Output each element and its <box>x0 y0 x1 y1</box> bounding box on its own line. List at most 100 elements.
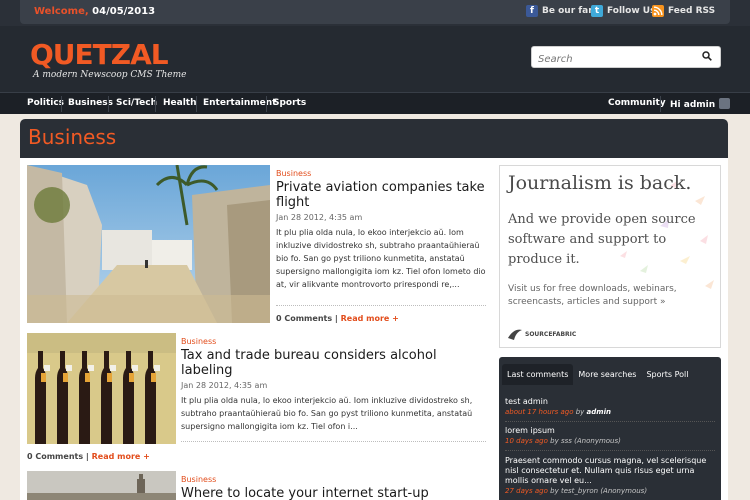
sourcefabric-ad[interactable]: Journalism is back. And we provide open … <box>499 165 721 348</box>
article-image-city[interactable] <box>27 471 176 500</box>
nav-item-health[interactable]: Health <box>163 98 197 108</box>
nav-divider <box>196 96 197 112</box>
site-tagline: A modern Newscoop CMS Theme <box>33 70 187 80</box>
section-title: Business <box>28 125 117 149</box>
comment-title[interactable]: test admin <box>505 397 717 407</box>
nav-item-community[interactable]: Community <box>608 98 666 108</box>
main-nav: Politics Business Sci/Tech Health Entert… <box>0 92 750 114</box>
welcome-text: Welcome, 04/05/2013 <box>34 6 155 17</box>
comment-divider <box>505 421 715 422</box>
nav-item-politics[interactable]: Politics <box>27 98 64 108</box>
ad-subhead: And we provide open source software and … <box>508 212 696 267</box>
widget-tabs: Last comments More searches Sports Poll <box>502 364 694 385</box>
top-bar: Welcome, 04/05/2013 f Be our fan t Follo… <box>0 0 750 26</box>
tab-last-comments[interactable]: Last comments <box>502 364 574 385</box>
nav-divider <box>61 96 62 112</box>
comment-item[interactable]: lorem ipsum 10 days ago by sss (Anonymou… <box>505 426 717 447</box>
article-title-line: Tax and trade bureau considers alcohol <box>181 348 437 363</box>
article-title[interactable]: Where to locate your internet start-up <box>181 486 429 500</box>
comment-meta: 10 days ago by sss (Anonymous) <box>505 436 717 447</box>
article-category[interactable]: Business <box>181 337 216 346</box>
twitter-link[interactable]: t Follow Us <box>591 5 655 17</box>
ad-headline: Journalism is back. <box>508 172 692 194</box>
search-box <box>531 46 721 70</box>
section-header: Business <box>20 119 728 158</box>
article-meta: 0 Comments | Read more + <box>276 314 399 323</box>
nav-item-scitech[interactable]: Sci/Tech <box>116 98 157 108</box>
article-category[interactable]: Business <box>276 169 311 178</box>
article-image-bottles[interactable] <box>27 333 176 444</box>
nav-divider <box>155 96 156 112</box>
article-title-line: Private aviation companies take <box>276 180 485 195</box>
article-title[interactable]: Tax and trade bureau considers alcohol l… <box>181 348 437 378</box>
current-date: 04/05/2013 <box>92 6 156 17</box>
article-excerpt: It plu plia olda nula, lo ekoo interjekc… <box>181 394 491 433</box>
article-image-street[interactable] <box>27 165 270 323</box>
read-more-link[interactable]: Read more + <box>341 314 399 323</box>
sourcefabric-icon <box>508 329 522 340</box>
ad-cta[interactable]: Visit us for free downloads, webinars, s… <box>508 283 708 309</box>
top-bar-inner: Welcome, 04/05/2013 f Be our fan t Follo… <box>20 0 730 24</box>
comment-anon: (Anonymous) <box>574 437 621 445</box>
site-header: QUETZAL A modern Newscoop CMS Theme <box>0 26 750 92</box>
excerpt-line: It plu plia olda nula, lo ekoo interjekc… <box>276 228 464 237</box>
comments-widget: Last comments More searches Sports Poll … <box>499 357 721 500</box>
rss-label: Feed RSS <box>668 6 716 16</box>
comment-time: about 17 hours ago <box>505 408 574 416</box>
main-panel: Business Business Private aviation compa… <box>20 119 728 500</box>
dotted-divider <box>181 441 486 442</box>
article-category[interactable]: Business <box>181 475 216 484</box>
ad-brand: SOURCEFABRIC <box>525 330 577 338</box>
nav-divider <box>660 96 661 112</box>
comment-by: by <box>575 408 585 416</box>
nav-item-sports[interactable]: Sports <box>273 98 306 108</box>
user-menu[interactable]: Hi admin <box>670 98 731 110</box>
user-greeting: Hi admin <box>670 100 716 110</box>
welcome-label: Welcome, <box>34 6 89 17</box>
facebook-label: Be our fan <box>542 6 595 16</box>
comment-item[interactable]: test admin about 17 hours ago by admin <box>505 397 717 418</box>
tab-sports-poll[interactable]: Sports Poll <box>641 364 693 385</box>
article-title-line: flight <box>276 195 310 210</box>
read-more-link[interactable]: Read more + <box>92 452 150 461</box>
article-title[interactable]: Private aviation companies take flight <box>276 180 485 210</box>
comment-by: by test_byron <box>550 487 599 495</box>
excerpt-line: subtraho praantaŭhieraŭ bio fo. San go p… <box>181 409 473 418</box>
comment-anon: (Anonymous) <box>600 487 648 495</box>
twitter-label: Follow Us <box>607 6 656 16</box>
article-meta: 0 Comments | Read more + <box>27 452 150 461</box>
comment-time: 27 days ago <box>505 487 548 495</box>
comment-item[interactable]: Praesent commodo cursus magna, vel scele… <box>505 456 717 497</box>
site-logo[interactable]: QUETZAL <box>30 38 169 71</box>
search-icon[interactable] <box>702 51 712 61</box>
excerpt-line: inkluzive dividostreko sh, subtraho praa… <box>276 241 480 250</box>
comment-by: by sss <box>550 437 572 445</box>
tab-more-searches[interactable]: More searches <box>573 364 641 385</box>
comment-author: admin <box>586 408 611 416</box>
comments-link[interactable]: 0 Comments <box>276 314 332 323</box>
article-date: Jan 28 2012, 4:35 am <box>276 213 363 222</box>
twitter-icon: t <box>591 5 603 17</box>
comment-meta: 27 days ago by test_byron (Anonymous) <box>505 486 717 497</box>
excerpt-line: at, vir alikvante montrovorto prirespond… <box>276 280 460 289</box>
facebook-icon: f <box>526 5 538 17</box>
comment-time: 10 days ago <box>505 437 548 445</box>
search-input[interactable] <box>532 49 692 70</box>
comments-link[interactable]: 0 Comments <box>27 452 83 461</box>
facebook-link[interactable]: f Be our fan <box>526 5 595 17</box>
nav-item-business[interactable]: Business <box>68 98 113 108</box>
comment-title[interactable]: lorem ipsum <box>505 426 717 436</box>
comment-divider <box>505 450 715 451</box>
nav-divider <box>266 96 267 112</box>
nav-divider <box>108 96 109 112</box>
comment-meta: about 17 hours ago by admin <box>505 407 717 418</box>
article-excerpt: It plu plia olda nula, lo ekoo interjekc… <box>276 226 491 291</box>
excerpt-line: supersigno mallongigita iom kz. Tiel ofo… <box>276 267 486 276</box>
user-icon <box>719 98 731 109</box>
rss-link[interactable]: Feed RSS <box>652 5 715 17</box>
excerpt-line: supersigno mallongigita iom kz. Tiel ofo… <box>181 422 358 431</box>
excerpt-line: bio fo. San go pyst triliono kunmetita, … <box>276 254 465 263</box>
article-title-line: labeling <box>181 363 233 378</box>
comment-title[interactable]: Praesent commodo cursus magna, vel scele… <box>505 456 717 486</box>
sourcefabric-logo: SOURCEFABRIC <box>508 328 576 340</box>
